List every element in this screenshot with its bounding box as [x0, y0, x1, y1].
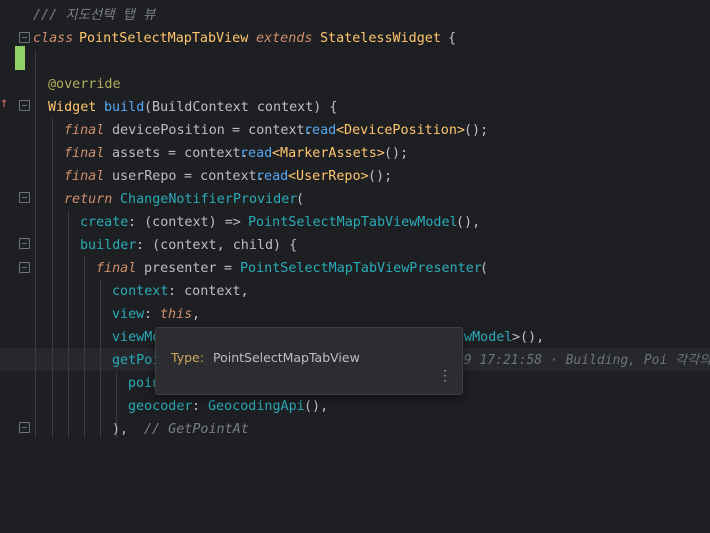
keyword-final: final — [96, 261, 137, 276]
keyword-final: final — [64, 123, 105, 138]
code-line[interactable]: getPoi — [0, 349, 160, 372]
keyword-extends: extends — [256, 31, 313, 46]
variable-name: presenter — [144, 261, 217, 276]
method-call: read — [240, 146, 273, 161]
override-annotation: @override — [48, 77, 121, 92]
code-line[interactable]: final assets = context. read <MarkerAsse… — [0, 142, 408, 165]
generic-type: <DevicePosition> — [336, 123, 465, 138]
named-arg: viewMo — [112, 330, 161, 345]
lambda: : (context, child) { — [136, 238, 298, 253]
arg-value: : context, — [168, 284, 249, 299]
variable-name: assets — [112, 146, 161, 161]
method-call: read — [304, 123, 337, 138]
colon: : — [144, 307, 161, 322]
constructor-call: PointSelectMapTabViewPresenter — [240, 261, 482, 276]
superclass-name: StatelessWidget — [320, 31, 441, 46]
keyword-this: this — [160, 307, 193, 322]
code-line[interactable]: view : this , — [0, 303, 200, 326]
named-arg: create — [80, 215, 129, 230]
assignment: = context. — [160, 146, 249, 161]
method-signature: (BuildContext context) { — [144, 100, 338, 115]
code-line[interactable]: Widget build (BuildContext context) { — [0, 96, 337, 119]
code-line[interactable]: @override — [0, 73, 121, 96]
colon: : — [192, 399, 209, 414]
call-parens: >(), — [512, 330, 545, 345]
indent-guide — [84, 256, 85, 438]
doc-comment: /// 지도선택 탭 뷰 — [33, 8, 156, 23]
keyword-final: final — [64, 169, 105, 184]
variable-name: userRepo — [112, 169, 177, 184]
more-options-icon[interactable]: ⋮ — [438, 368, 452, 384]
indent-guide — [100, 280, 101, 438]
code-line[interactable]: context : context, — [0, 280, 249, 303]
indent-guide — [52, 118, 53, 438]
type-arg: ewModel — [456, 330, 513, 345]
code-line[interactable]: final devicePosition = context. read <De… — [0, 119, 488, 142]
named-arg: context — [112, 284, 169, 299]
type-value: PointSelectMapTabView — [213, 350, 360, 365]
code-line[interactable]: /// 지도선택 탭 뷰 — [0, 4, 155, 27]
call-parens: (); — [464, 123, 489, 138]
generic-type: <UserRepo> — [288, 169, 369, 184]
brace: { — [440, 31, 457, 46]
call-parens: (); — [368, 169, 393, 184]
keyword-return: return — [64, 192, 113, 207]
paren: ( — [296, 192, 305, 207]
code-line[interactable]: final userRepo = context. read <UserRepo… — [0, 165, 392, 188]
variable-name: devicePosition — [112, 123, 225, 138]
code-line[interactable]: poin — [0, 372, 160, 395]
code-line[interactable]: builder : (context, child) { — [0, 234, 297, 257]
assignment: = — [216, 261, 241, 276]
inline-blame-hint: 09 17:21:58 · Building, Poi 각각의 — [456, 353, 710, 368]
generic-type: <MarkerAssets> — [272, 146, 385, 161]
code-line[interactable]: final presenter = PointSelectMapTabViewP… — [0, 257, 488, 280]
indent-guide — [35, 50, 36, 438]
method-call: read — [256, 169, 289, 184]
constructor-call: ChangeNotifierProvider — [120, 192, 298, 207]
return-type: Widget — [48, 100, 97, 115]
code-line[interactable]: create : (context) => PointSelectMapTabV… — [0, 211, 480, 234]
assignment: = context. — [176, 169, 265, 184]
code-line[interactable]: return ChangeNotifierProvider ( — [0, 188, 304, 211]
method-name: build — [104, 100, 145, 115]
constructor-call: GeocodingApi — [208, 399, 305, 414]
type-info-popup[interactable]: Type: PointSelectMapTabView ⋮ — [155, 327, 463, 395]
keyword-final: final — [64, 146, 105, 161]
code-line[interactable]: viewMo ewModel >(), — [0, 326, 544, 349]
class-name: PointSelectMapTabView — [79, 31, 249, 46]
call-parens: (), — [304, 399, 329, 414]
paren: ( — [480, 261, 489, 276]
keyword-class: class — [33, 31, 74, 46]
named-arg: geocoder — [128, 399, 193, 414]
named-arg: getPoi — [112, 353, 161, 368]
named-arg: builder — [80, 238, 137, 253]
assignment: = context. — [224, 123, 313, 138]
comma: , — [192, 307, 201, 322]
constructor-call: PointSelectMapTabViewModel — [248, 215, 458, 230]
code-line[interactable]: class PointSelectMapTabView extends Stat… — [0, 27, 456, 50]
lambda: : (context) => — [128, 215, 249, 230]
type-label: Type: — [171, 350, 204, 365]
code-editor[interactable]: ↑ /// 지도선택 탭 뷰 class PointSelectMapTabVi… — [0, 0, 710, 438]
named-arg: view — [112, 307, 145, 322]
indent-guide — [68, 210, 69, 438]
call-parens: (), — [456, 215, 481, 230]
code-line[interactable]: geocoder : GeocodingApi (), — [0, 395, 328, 418]
call-parens: (); — [384, 146, 409, 161]
